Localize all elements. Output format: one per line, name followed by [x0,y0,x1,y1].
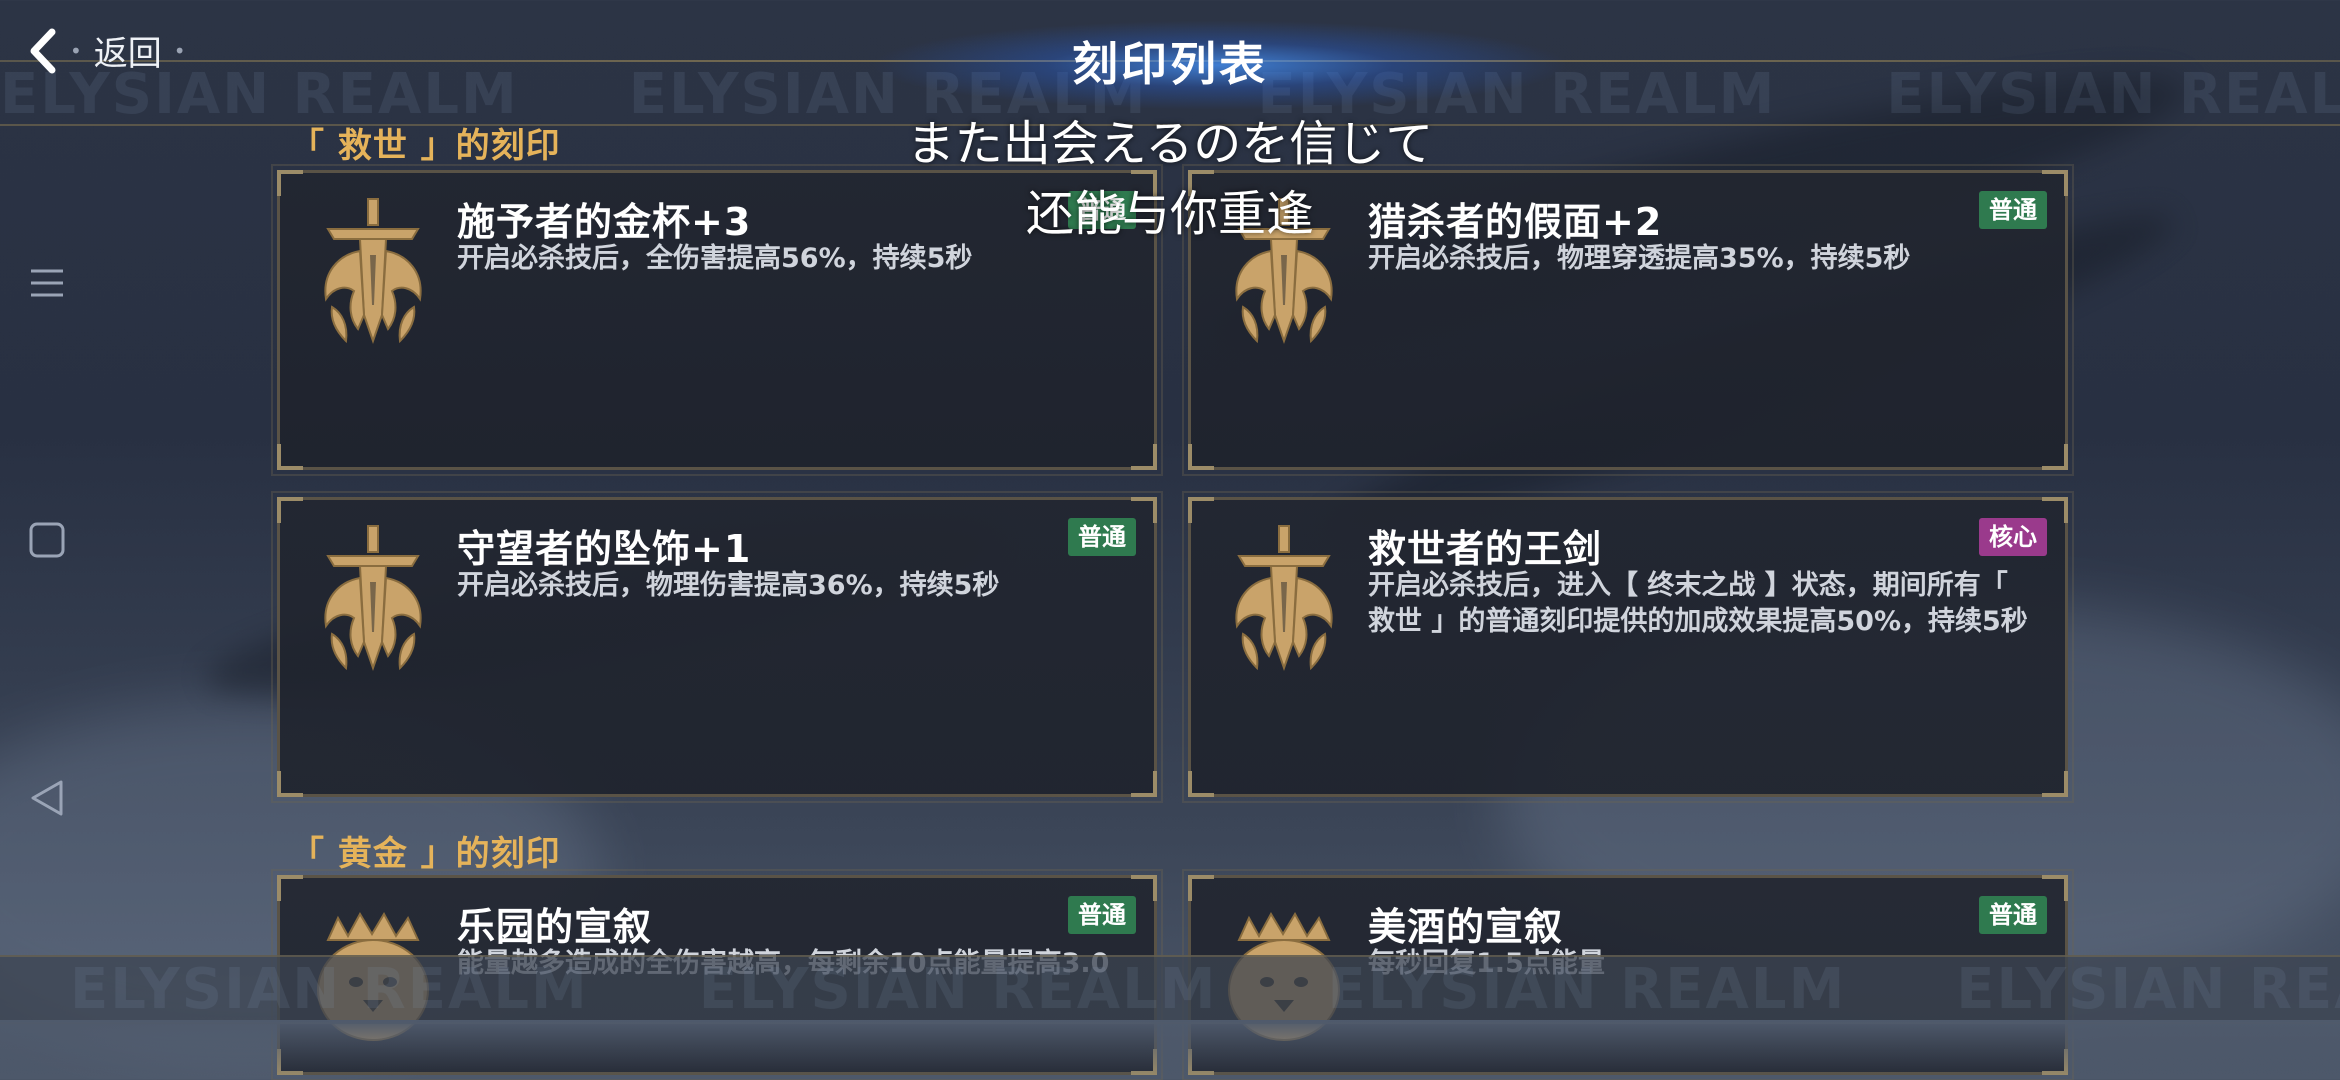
page-title: 刻印列表 [1072,37,1268,91]
sigil-rarity-badge: 普通 [1979,896,2047,934]
section-header-gold: 「 黄金 」的刻印 [290,834,561,874]
watermark-row-bottom: ELYSIAN REALM ELYSIAN REALM ELYSIAN REALM E… [70,957,2340,1022]
sigil-name: 守望者的坠饰+1 [457,527,752,571]
square-icon [29,522,65,558]
card-corner [277,771,303,797]
dot-icon: • [70,38,82,63]
card-corner [277,444,303,470]
card-corner [2042,771,2068,797]
sigil-description: 开启必杀技后，物理伤害提高36%，持续5秒 [457,570,1000,601]
bottom-band: ELYSIAN REALM ELYSIAN REALM ELYSIAN REALM E… [0,955,2340,1024]
sigil-card[interactable]: 守望者的坠饰+1 开启必杀技后，物理伤害提高36%，持续5秒 普通 [271,491,1163,803]
card-corner [1188,444,1214,470]
card-corner [1188,497,1214,523]
sigil-name: 美酒的宣叙 [1368,905,1564,949]
sigil-description: 开启必杀技后，物理穿透提高35%，持续5秒 [1368,243,1911,274]
salvation-sigil-icon [324,525,422,672]
home-button[interactable] [22,515,72,565]
chevron-left-icon [30,28,56,73]
card-corner [1131,771,1157,797]
card-corner [1188,875,1214,901]
subtitle-line-2: 还能与你重逢 [1025,186,1314,242]
subtitle-line-1: また出会えるのを信じて [906,116,1434,172]
sigil-rarity-badge: 普通 [1068,896,1136,934]
back-button[interactable]: • 返回 • [28,26,186,75]
card-corner [2042,444,2068,470]
bottom-fade [0,1020,2340,1080]
back-label: 返回 [93,34,162,74]
menu-icon [31,269,63,297]
sigil-name: 救世者的王剑 [1368,527,1603,571]
card-corner [1131,444,1157,470]
system-back-button[interactable] [22,773,72,823]
sigil-rarity-badge: 核心 [1979,518,2047,556]
sigil-description: 开启必杀技后，全伤害提高56%，持续5秒 [457,243,973,274]
card-corner [277,875,303,901]
triangle-back-icon [31,780,63,816]
card-corner [277,497,303,523]
sigil-rarity-badge: 普通 [1068,518,1136,556]
sigil-description: 开启必杀技后，进入【 终末之战 】状态，期间所有「 救世 」的普通刻印提供的加成… [1368,570,2028,637]
sigil-name: 乐园的宣叙 [457,905,653,949]
card-corner [1188,771,1214,797]
sigil-card[interactable]: 救世者的王剑 开启必杀技后，进入【 终末之战 】状态，期间所有「 救世 」的普通… [1182,491,2074,803]
salvation-sigil-icon [1235,525,1333,672]
dot-icon: • [173,38,186,63]
menu-button[interactable] [22,258,72,308]
